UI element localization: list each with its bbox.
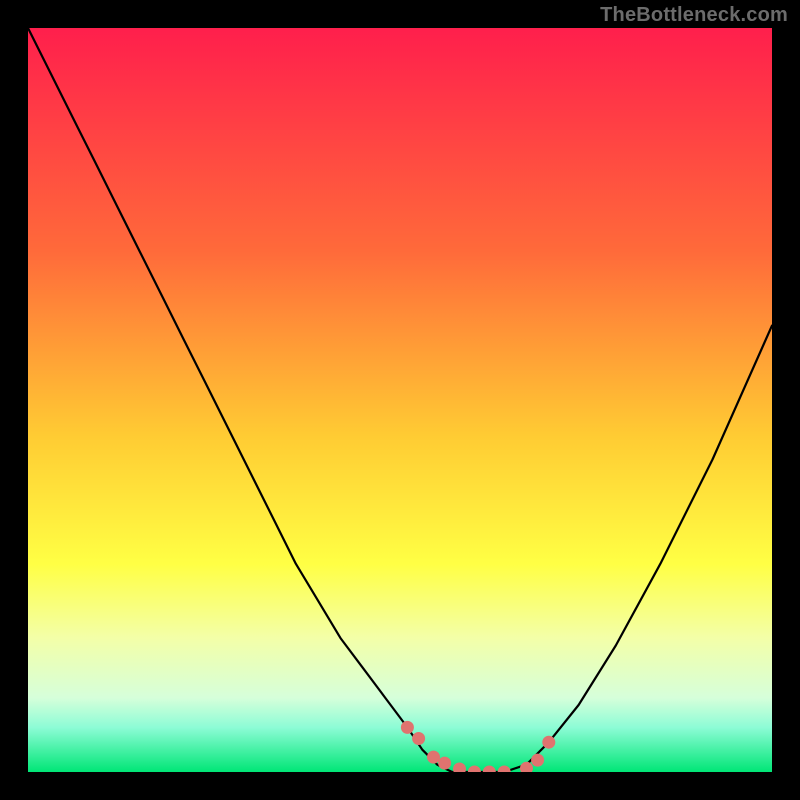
frame-edge [0, 772, 800, 800]
highlight-marker [543, 736, 555, 748]
highlight-marker [428, 751, 440, 763]
watermark-text: TheBottleneck.com [600, 4, 788, 27]
frame-edge [0, 0, 28, 800]
chart-container: TheBottleneck.com [0, 0, 800, 800]
highlight-marker [532, 754, 544, 766]
highlight-marker [401, 721, 413, 733]
highlight-marker [413, 733, 425, 745]
frame-edge [772, 0, 800, 800]
highlight-marker [439, 757, 451, 769]
bottleneck-chart [0, 0, 800, 800]
plot-background [28, 28, 772, 772]
